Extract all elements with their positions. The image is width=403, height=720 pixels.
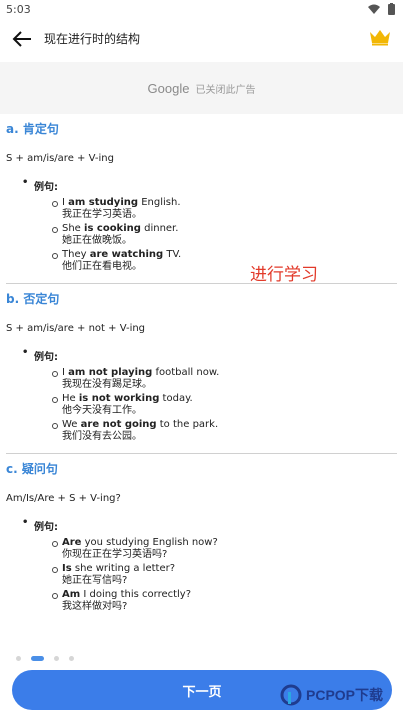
- logo-icon: [280, 684, 302, 706]
- example-post: today.: [159, 393, 193, 404]
- watermark-text: 进行学习: [250, 265, 318, 285]
- example-chinese: 他今天没有工作。: [62, 405, 142, 416]
- example-verb: is cooking: [84, 223, 141, 234]
- wifi-icon: [368, 4, 380, 14]
- example-item: We are not going to the park. 我们没有去公园。: [52, 419, 397, 443]
- example-pre: We: [62, 419, 81, 430]
- example-post: she writing a letter?: [71, 563, 176, 574]
- section-heading: a. 肯定句: [6, 122, 59, 136]
- example-label: 例句:: [6, 177, 397, 193]
- status-bar: 5:03: [0, 0, 403, 20]
- arrow-left-icon: [12, 31, 31, 47]
- example-post: dinner.: [140, 223, 179, 234]
- example-label: 例句:: [6, 517, 397, 533]
- formula: S + am/is/are + V-ing: [6, 153, 114, 164]
- example-list: I am studying English. 我正在学习英语。 She is coo…: [6, 197, 397, 273]
- example-pre: She: [62, 223, 85, 234]
- example-english: They are watching TV.: [62, 249, 397, 261]
- page-indicator: [16, 656, 74, 661]
- example-chinese: 我正在学习英语。: [62, 209, 142, 220]
- example-item: Am I doing this correctly? 我这样做对吗?: [52, 589, 397, 613]
- section: a. 肯定句 S + am/is/are + V-ing 例句: I am study…: [0, 114, 403, 273]
- example-label: 例句:: [6, 347, 397, 363]
- example-verb: Am: [62, 589, 81, 600]
- example-item: They are watching TV. 他们正在看电视。: [52, 249, 397, 273]
- page-dot: [54, 656, 59, 661]
- example-verb: are watching: [89, 249, 164, 260]
- status-time: 5:03: [6, 3, 31, 16]
- example-english: Are you studying English now?: [62, 537, 397, 549]
- site-logo: PCPOP下载: [280, 684, 383, 706]
- example-item: Is she writing a letter? 她正在写信吗?: [52, 563, 397, 587]
- example-item: I am not playing football now. 我现在没有踢足球。: [52, 367, 397, 391]
- ad-banner: Google 已关闭此广告: [0, 62, 403, 114]
- example-verb: is not working: [78, 393, 160, 404]
- lesson-content[interactable]: a. 肯定句 S + am/is/are + V-ing 例句: I am study…: [0, 114, 403, 654]
- status-icons: [368, 3, 395, 15]
- page-dot-active: [31, 656, 44, 661]
- example-verb: Are: [62, 537, 82, 548]
- page-dot: [69, 656, 74, 661]
- example-list: I am not playing football now. 我现在没有踢足球。 H…: [6, 367, 397, 443]
- example-chinese: 我这样做对吗?: [62, 601, 128, 612]
- example-english: He is not working today.: [62, 393, 397, 405]
- formula: Am/Is/Are + S + V-ing?: [6, 493, 121, 504]
- example-item: Are you studying English now? 你现在正在学习英语吗?: [52, 537, 397, 561]
- example-chinese: 她正在写信吗?: [62, 575, 128, 586]
- example-chinese: 你现在正在学习英语吗?: [62, 549, 168, 560]
- battery-icon: [388, 3, 395, 15]
- ad-closed-text: 已关闭此广告: [195, 84, 256, 96]
- example-post: TV.: [163, 249, 182, 260]
- section-heading: c. 疑问句: [6, 462, 58, 476]
- example-list: Are you studying English now? 你现在正在学习英语吗?…: [6, 537, 397, 613]
- example-post: football now.: [152, 367, 220, 378]
- example-pre: They: [62, 249, 90, 260]
- page-dot: [16, 656, 21, 661]
- example-english: I am studying English.: [62, 197, 397, 209]
- example-post: you studying English now?: [81, 537, 218, 548]
- example-chinese: 她正在做晚饭。: [62, 235, 132, 246]
- example-chinese: 我们没有去公园。: [62, 431, 142, 442]
- logo-text: PCPOP下载: [306, 687, 384, 703]
- example-verb: am studying: [68, 197, 139, 208]
- section-heading: b. 否定句: [6, 292, 60, 306]
- formula: S + am/is/are + not + V-ing: [6, 323, 146, 334]
- example-english: Is she writing a letter?: [62, 563, 397, 575]
- example-english: Am I doing this correctly?: [62, 589, 397, 601]
- example-verb: Is: [62, 563, 72, 574]
- example-english: We are not going to the park.: [62, 419, 397, 431]
- crown-icon: [370, 30, 390, 46]
- example-english: She is cooking dinner.: [62, 223, 397, 235]
- example-pre: He: [62, 393, 79, 404]
- ad-brand: Google: [147, 80, 190, 96]
- section: c. 疑问句 Am/Is/Are + S + V-ing? 例句: Are you s…: [0, 454, 403, 613]
- example-item: I am studying English. 我正在学习英语。: [52, 197, 397, 221]
- example-post: to the park.: [156, 419, 219, 430]
- page-title: 现在进行时的结构: [44, 32, 141, 46]
- premium-button[interactable]: [369, 28, 393, 50]
- example-item: He is not working today. 他今天没有工作。: [52, 393, 397, 417]
- example-post: I doing this correctly?: [80, 589, 192, 600]
- example-item: She is cooking dinner. 她正在做晚饭。: [52, 223, 397, 247]
- app-bar: 现在进行时的结构: [0, 20, 403, 58]
- back-button[interactable]: [8, 26, 36, 52]
- example-verb: am not playing: [68, 367, 153, 378]
- example-chinese: 他们正在看电视。: [62, 261, 142, 272]
- example-verb: are not going: [80, 419, 157, 430]
- example-english: I am not playing football now.: [62, 367, 397, 379]
- example-chinese: 我现在没有踢足球。: [62, 379, 152, 390]
- section: b. 否定句 S + am/is/are + not + V-ing 例句: I am…: [0, 284, 403, 443]
- example-post: English.: [138, 197, 181, 208]
